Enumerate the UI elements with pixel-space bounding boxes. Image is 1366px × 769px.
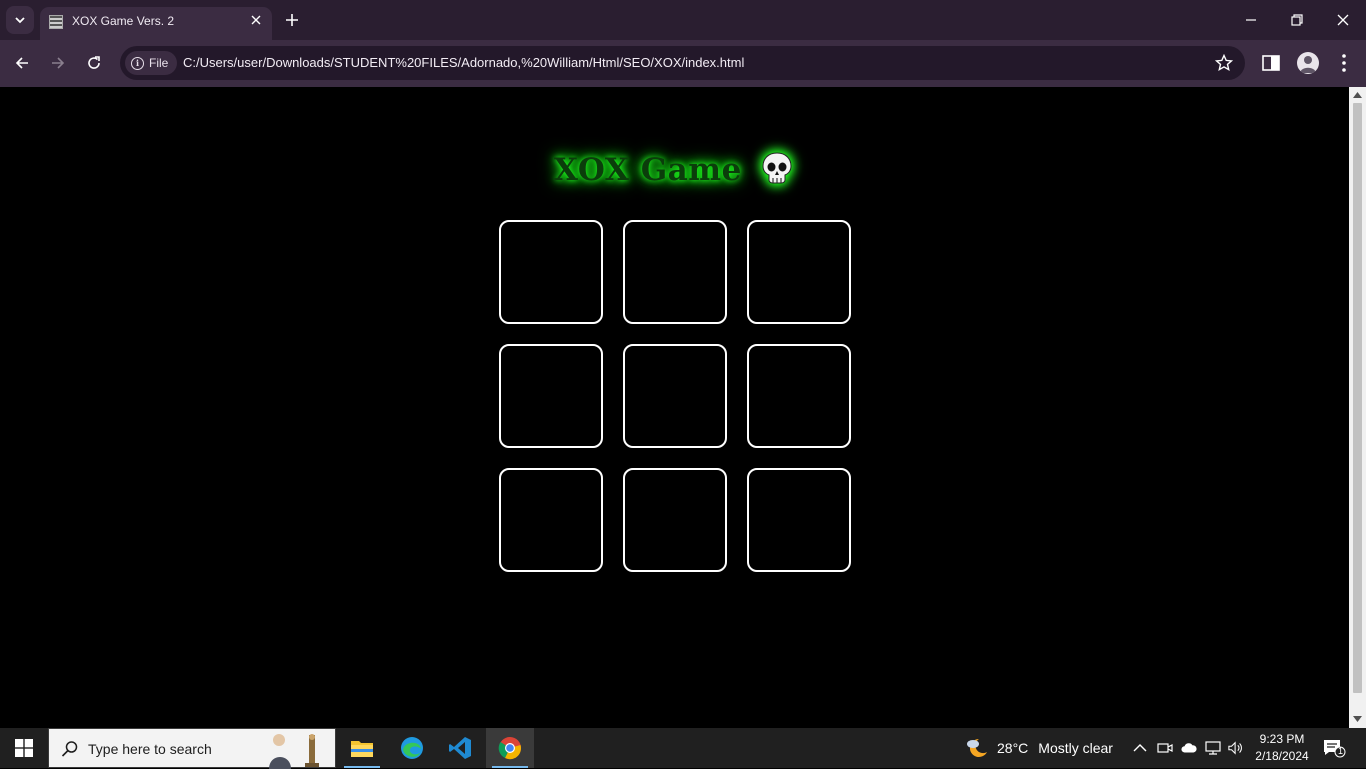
bookmark-star-button[interactable] bbox=[1214, 53, 1234, 77]
weather-temperature: 28°C bbox=[997, 740, 1029, 756]
back-button[interactable] bbox=[8, 49, 36, 77]
minimize-button[interactable] bbox=[1228, 0, 1274, 40]
taskbar-search-box[interactable]: Type here to search bbox=[48, 728, 336, 769]
tab-close-button[interactable] bbox=[248, 12, 264, 28]
board-cell-8[interactable] bbox=[623, 468, 727, 572]
browser-titlebar: XOX Game Vers. 2 bbox=[0, 0, 1366, 40]
board-cell-1[interactable] bbox=[499, 220, 603, 324]
board-cell-5[interactable] bbox=[623, 344, 727, 448]
browser-toolbar: i File C:/Users/user/Downloads/STUDENT%2… bbox=[0, 40, 1366, 87]
show-hidden-icons-button[interactable] bbox=[1132, 740, 1148, 756]
search-highlight-illustration bbox=[269, 734, 319, 769]
tab-title: XOX Game Vers. 2 bbox=[72, 14, 175, 28]
arrow-right-icon bbox=[52, 57, 65, 69]
windows-taskbar: Type here to search 28°C Mostly clear 9:… bbox=[0, 728, 1366, 769]
profile-avatar[interactable] bbox=[1297, 52, 1319, 74]
weather-widget[interactable]: 28°C Mostly clear bbox=[963, 728, 1113, 768]
taskbar-chrome[interactable] bbox=[486, 728, 534, 768]
chevron-up-icon bbox=[1133, 744, 1147, 752]
board-cell-9[interactable] bbox=[747, 468, 851, 572]
search-icon bbox=[61, 741, 78, 757]
restore-button[interactable] bbox=[1274, 0, 1320, 40]
board-cell-2[interactable] bbox=[623, 220, 727, 324]
browser-menu-button[interactable] bbox=[1336, 53, 1352, 78]
clock-time: 9:23 PM bbox=[1259, 732, 1305, 746]
new-tab-button[interactable] bbox=[282, 10, 302, 30]
notification-count: 1 bbox=[1337, 746, 1343, 756]
skull-icon bbox=[762, 152, 792, 184]
search-placeholder: Type here to search bbox=[88, 741, 212, 757]
minimize-icon bbox=[1246, 19, 1256, 21]
close-icon bbox=[251, 15, 261, 25]
clock-date: 2/18/2024 bbox=[1255, 749, 1309, 763]
taskbar-vscode[interactable] bbox=[436, 728, 484, 768]
address-bar[interactable]: i File C:/Users/user/Downloads/STUDENT%2… bbox=[120, 46, 1245, 80]
info-icon: i bbox=[131, 56, 144, 70]
close-window-button[interactable] bbox=[1320, 0, 1366, 40]
webcam-icon bbox=[1157, 743, 1173, 753]
meet-now-tray[interactable] bbox=[1157, 740, 1173, 756]
close-icon bbox=[1337, 14, 1349, 26]
network-icon bbox=[1205, 741, 1221, 755]
page-favicon-icon bbox=[49, 15, 63, 29]
scroll-up-arrow-icon[interactable] bbox=[1353, 92, 1362, 98]
file-explorer-icon bbox=[351, 741, 373, 757]
taskbar-file-explorer[interactable] bbox=[338, 728, 386, 768]
reload-icon bbox=[88, 56, 100, 69]
start-button[interactable] bbox=[0, 728, 48, 768]
more-vertical-icon bbox=[1342, 54, 1346, 72]
plus-icon bbox=[286, 14, 298, 26]
notification-center-button[interactable]: 1 bbox=[1322, 738, 1346, 763]
tab-active[interactable]: XOX Game Vers. 2 bbox=[40, 7, 272, 40]
game-title-text: XOX Game bbox=[553, 152, 742, 188]
board-cell-7[interactable] bbox=[499, 468, 603, 572]
site-info-label: File bbox=[149, 56, 169, 70]
scrollbar-thumb[interactable] bbox=[1353, 103, 1362, 693]
scroll-down-arrow-icon[interactable] bbox=[1353, 716, 1362, 722]
vscode-icon bbox=[449, 737, 471, 759]
cloud-icon bbox=[1181, 743, 1197, 753]
game-board bbox=[499, 220, 851, 572]
site-info-chip[interactable]: i File bbox=[125, 51, 177, 75]
restore-icon bbox=[1291, 14, 1303, 26]
url-text[interactable]: C:/Users/user/Downloads/STUDENT%20FILES/… bbox=[183, 55, 744, 70]
person-icon bbox=[1300, 56, 1316, 73]
speaker-icon bbox=[1228, 741, 1242, 755]
board-cell-4[interactable] bbox=[499, 344, 603, 448]
volume-tray[interactable] bbox=[1228, 740, 1244, 756]
arrow-left-icon bbox=[15, 57, 28, 69]
star-icon bbox=[1214, 53, 1234, 72]
side-panel-icon[interactable] bbox=[1262, 55, 1280, 71]
taskbar-edge[interactable] bbox=[388, 728, 436, 768]
board-cell-6[interactable] bbox=[747, 344, 851, 448]
onedrive-tray[interactable] bbox=[1181, 740, 1197, 756]
page-viewport: XOX Game bbox=[0, 87, 1349, 728]
network-tray[interactable] bbox=[1205, 740, 1221, 756]
chrome-icon bbox=[498, 737, 521, 760]
moon-cloud-icon bbox=[967, 738, 987, 757]
tab-search-button[interactable] bbox=[6, 6, 34, 34]
taskbar-clock[interactable]: 9:23 PM 2/18/2024 bbox=[1252, 731, 1312, 765]
page-title: XOX Game bbox=[0, 150, 1349, 188]
board-cell-3[interactable] bbox=[747, 220, 851, 324]
edge-icon bbox=[401, 737, 423, 759]
weather-condition: Mostly clear bbox=[1038, 740, 1113, 756]
chevron-down-icon bbox=[15, 17, 25, 24]
forward-button[interactable] bbox=[44, 49, 72, 77]
reload-button[interactable] bbox=[80, 49, 108, 77]
vertical-scrollbar[interactable] bbox=[1349, 87, 1366, 728]
windows-logo-icon bbox=[15, 739, 33, 757]
